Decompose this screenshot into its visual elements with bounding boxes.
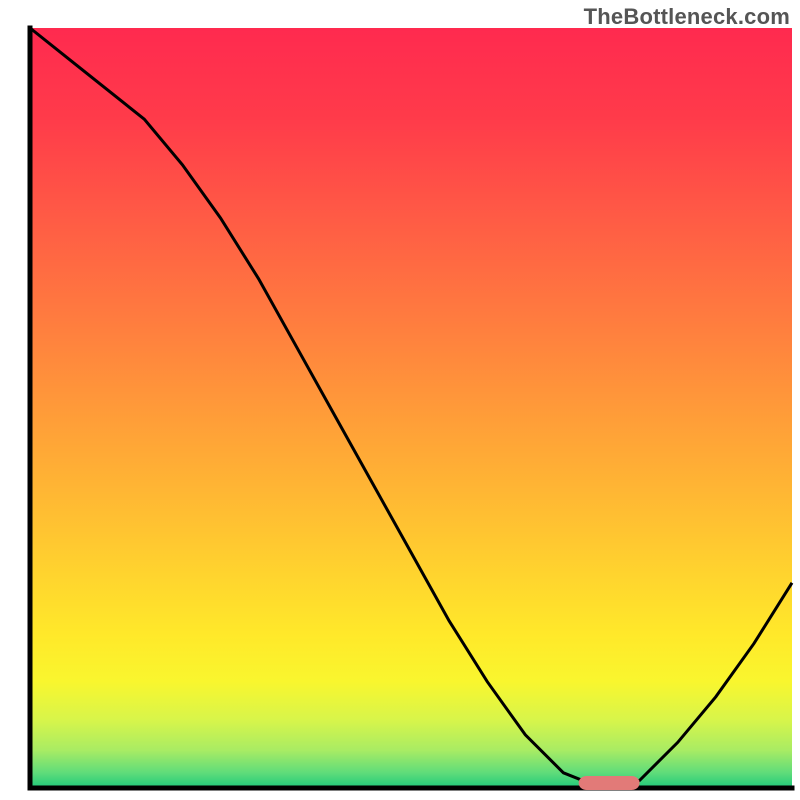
bottleneck-chart xyxy=(0,0,800,800)
watermark-label: TheBottleneck.com xyxy=(584,4,790,30)
optimal-marker xyxy=(579,776,640,790)
plot-background xyxy=(30,28,792,788)
chart-root: TheBottleneck.com xyxy=(0,0,800,800)
